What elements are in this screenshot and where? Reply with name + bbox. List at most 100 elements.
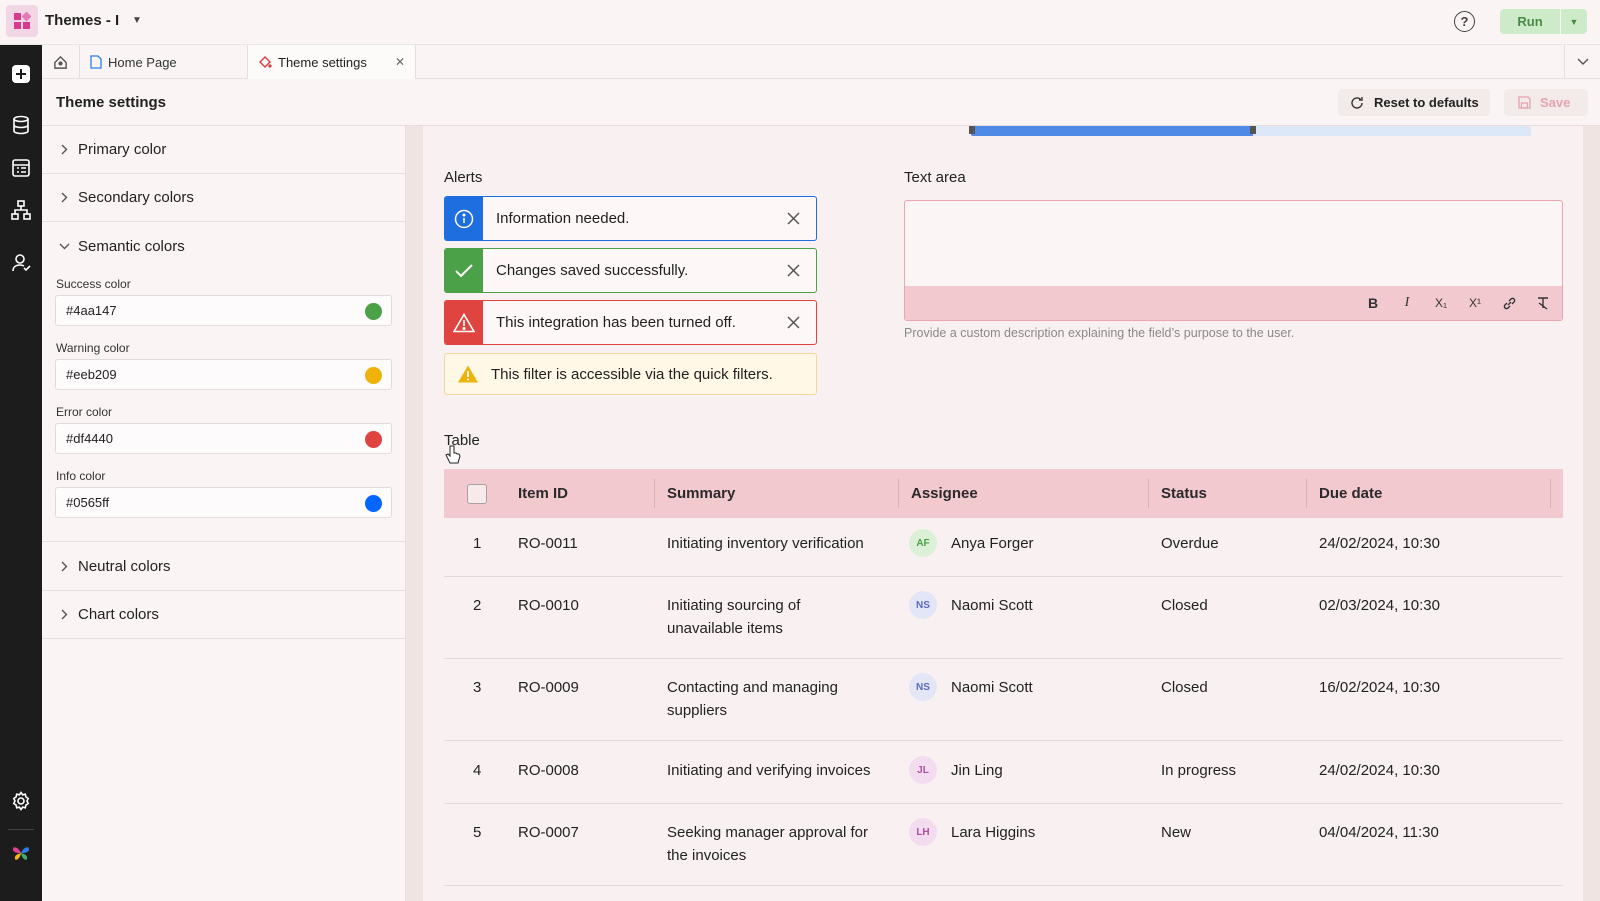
table-row[interactable]: 5 RO-0007 Seeking manager approval for t… <box>444 804 1563 886</box>
chevron-right-icon <box>57 144 71 155</box>
text-area-toolbar: B I X₁ X¹ <box>905 286 1562 320</box>
range-slider-handle-start[interactable] <box>969 126 975 134</box>
success-color-input[interactable]: #4aa147 <box>55 295 392 326</box>
section-label: Semantic colors <box>78 237 185 255</box>
avatar: LH <box>909 818 937 846</box>
close-icon[interactable] <box>771 316 816 329</box>
section-secondary-colors[interactable]: Secondary colors <box>42 174 406 222</box>
info-color-input[interactable]: #0565ff <box>55 487 392 518</box>
warning-color-input[interactable]: #eeb209 <box>55 359 392 390</box>
assignee: Naomi Scott <box>951 597 1033 614</box>
status: New <box>1161 824 1192 841</box>
close-icon[interactable] <box>771 212 816 225</box>
save-button[interactable]: Save <box>1504 89 1588 116</box>
settings-gear-icon[interactable] <box>11 791 31 811</box>
status: Overdue <box>1161 535 1219 552</box>
success-color-swatch[interactable] <box>365 303 382 320</box>
run-options-chevron-down-icon[interactable]: ▼ <box>1561 9 1587 34</box>
bold-icon[interactable]: B <box>1364 294 1382 312</box>
rich-text-area[interactable]: B I X₁ X¹ <box>904 200 1563 321</box>
error-color-swatch[interactable] <box>365 431 382 448</box>
column-header-assignee[interactable]: Assignee <box>911 469 978 518</box>
close-tab-icon[interactable]: ✕ <box>395 55 405 69</box>
reset-to-defaults-button[interactable]: Reset to defaults <box>1338 89 1490 116</box>
column-divider <box>1306 479 1307 508</box>
table-row[interactable]: 4 RO-0008 Initiating and verifying invoi… <box>444 741 1563 804</box>
preview-canvas: Alerts Information needed. Changes saved… <box>423 126 1583 901</box>
tabs-overflow-chevron-down-icon[interactable] <box>1564 45 1600 79</box>
app-menu-chevron-down-icon[interactable]: ▼ <box>132 15 142 26</box>
column-header-due-date[interactable]: Due date <box>1319 469 1382 518</box>
italic-icon[interactable]: I <box>1398 294 1416 312</box>
warning-color-swatch[interactable] <box>365 367 382 384</box>
tab-home-page[interactable]: Home Page <box>80 45 248 79</box>
row-number: 5 <box>473 824 482 841</box>
section-primary-color[interactable]: Primary color <box>42 126 406 174</box>
subscript-icon[interactable]: X₁ <box>1432 294 1450 312</box>
error-color-input[interactable]: #df4440 <box>55 423 392 454</box>
section-neutral-colors[interactable]: Neutral colors <box>42 543 406 591</box>
range-slider-handle-end[interactable] <box>1250 126 1256 134</box>
superscript-icon[interactable]: X¹ <box>1466 294 1484 312</box>
column-header-item-id[interactable]: Item ID <box>518 469 568 518</box>
tab-theme-settings[interactable]: Theme settings ✕ <box>248 45 416 79</box>
column-header-summary[interactable]: Summary <box>667 469 735 518</box>
success-color-value: #4aa147 <box>66 303 117 318</box>
section-chart-colors[interactable]: Chart colors <box>42 591 406 639</box>
database-icon[interactable] <box>11 115 31 135</box>
due-date: 24/02/2024, 10:30 <box>1319 535 1440 552</box>
assignee: Anya Forger <box>951 535 1034 552</box>
save-icon <box>1518 96 1531 109</box>
help-icon[interactable]: ? <box>1454 11 1475 32</box>
section-label: Chart colors <box>78 606 159 623</box>
error-color-value: #df4440 <box>66 431 113 446</box>
table-row[interactable]: 3 RO-0009 Contacting and managing suppli… <box>444 659 1563 741</box>
close-icon[interactable] <box>771 264 816 277</box>
pages-icon[interactable] <box>11 158 31 178</box>
summary-line-2: suppliers <box>667 702 728 719</box>
theme-settings-panel: Primary color Secondary colors Semantic … <box>42 126 406 901</box>
success-alert: Changes saved successfully. <box>444 248 817 293</box>
canvas-gutter-right <box>1583 126 1600 901</box>
section-semantic-colors[interactable]: Semantic colors <box>42 222 406 270</box>
add-icon[interactable] <box>11 64 31 84</box>
summary: Initiating inventory verification <box>667 535 864 552</box>
semantic-colors-section: Semantic colors Success color #4aa147 Wa… <box>42 222 406 542</box>
status: Closed <box>1161 597 1208 614</box>
row-number: 2 <box>473 597 482 614</box>
info-color-swatch[interactable] <box>365 495 382 512</box>
row-number: 4 <box>473 762 482 779</box>
due-date: 24/02/2024, 10:30 <box>1319 762 1440 779</box>
refresh-icon <box>1350 96 1364 110</box>
item-id: RO-0008 <box>518 762 579 779</box>
link-icon[interactable] <box>1500 294 1518 312</box>
users-icon[interactable] <box>11 253 31 273</box>
item-id: RO-0009 <box>518 679 579 696</box>
run-button[interactable]: Run <box>1500 9 1560 34</box>
info-icon <box>445 197 483 240</box>
table-row[interactable]: 2 RO-0010 Initiating sourcing of unavail… <box>444 577 1563 659</box>
text-area-heading: Text area <box>904 169 966 186</box>
app-title[interactable]: Themes - I <box>45 12 119 29</box>
summary-line-1: Contacting and managing <box>667 679 838 696</box>
alert-text: This integration has been turned off. <box>496 314 736 331</box>
table-row[interactable]: 1 RO-0011 Initiating inventory verificat… <box>444 518 1563 577</box>
app-logo-icon[interactable] <box>6 5 38 37</box>
column-divider <box>898 479 899 508</box>
avatar: JL <box>909 756 937 784</box>
rail-divider <box>8 829 34 830</box>
warning-color-label: Warning color <box>56 341 130 355</box>
summary: Initiating and verifying invoices <box>667 762 871 779</box>
avatar: NS <box>909 591 937 619</box>
home-icon[interactable] <box>42 45 80 79</box>
due-date: 04/04/2024, 11:30 <box>1319 824 1439 841</box>
section-label: Primary color <box>78 141 167 158</box>
summary-line-2: unavailable items <box>667 620 783 637</box>
clear-format-icon[interactable] <box>1534 294 1552 312</box>
tab-label: Theme settings <box>278 54 367 70</box>
column-header-status[interactable]: Status <box>1161 469 1207 518</box>
info-alert: Information needed. <box>444 196 817 241</box>
workflow-icon[interactable] <box>11 200 31 220</box>
item-id: RO-0010 <box>518 597 579 614</box>
select-all-checkbox[interactable] <box>467 484 487 504</box>
